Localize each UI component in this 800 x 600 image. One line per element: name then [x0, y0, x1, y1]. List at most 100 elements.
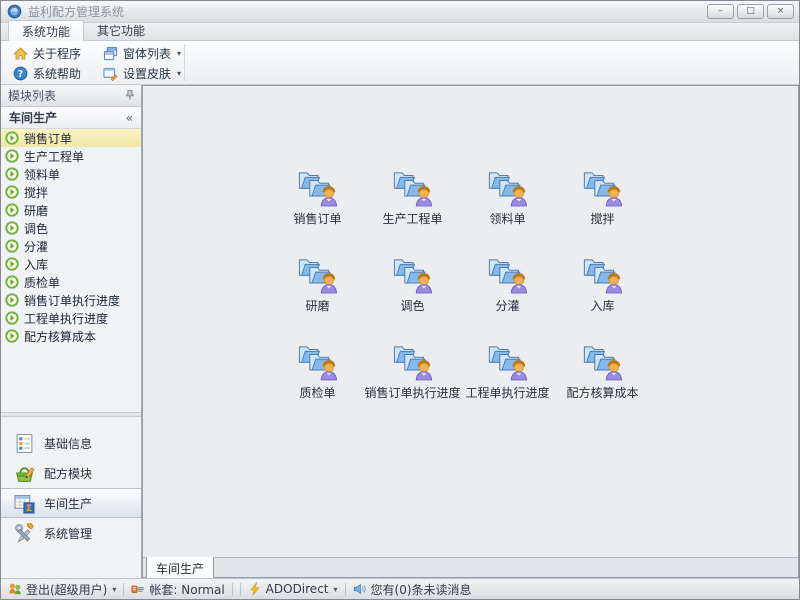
- folder-user-icon: [298, 251, 338, 295]
- folder-user-icon: [393, 338, 433, 382]
- shortcut-warehousing[interactable]: 入库: [555, 249, 650, 336]
- sidebar-item-sales-order-progress[interactable]: 销售订单执行进度: [1, 291, 141, 309]
- lightning-icon: [248, 582, 262, 596]
- sidebar-item-production-order[interactable]: 生产工程单: [1, 147, 141, 165]
- folder-user-icon: [488, 164, 528, 208]
- green-arrow-icon: [5, 149, 19, 163]
- about-program-label: 关于程序: [33, 45, 81, 62]
- app-logo-icon: [7, 4, 22, 19]
- green-arrow-icon: [5, 311, 19, 325]
- nav-button-formula-module[interactable]: 配方模块: [1, 458, 141, 488]
- logout-button[interactable]: 登出(超级用户) ▾: [8, 581, 116, 598]
- dropdown-arrow-icon: ▾: [334, 585, 338, 594]
- folder-user-icon: [488, 251, 528, 295]
- list-icon: [14, 433, 35, 454]
- nav-button-workshop-production[interactable]: 车间生产: [1, 488, 141, 518]
- sidebar-item-quality-inspection[interactable]: 质检单: [1, 273, 141, 291]
- close-button[interactable]: ×: [767, 4, 794, 19]
- about-program-button[interactable]: 关于程序: [9, 44, 85, 62]
- green-arrow-icon: [5, 185, 19, 199]
- sidebar-item-tinting[interactable]: 调色: [1, 219, 141, 237]
- statusbar-separator: [345, 583, 346, 596]
- green-arrow-icon: [5, 329, 19, 343]
- sidebar-item-filling[interactable]: 分灌: [1, 237, 141, 255]
- system-help-button[interactable]: 系统帮助: [9, 64, 85, 82]
- group-panel-title: 车间生产: [9, 109, 57, 126]
- skin-icon: [103, 66, 118, 81]
- sidebar-item-label: 搅拌: [24, 184, 48, 201]
- sidebar-item-engineering-order-progress[interactable]: 工程单执行进度: [1, 309, 141, 327]
- tab-system-functions[interactable]: 系统功能: [8, 20, 84, 41]
- sidebar-item-label: 研磨: [24, 202, 48, 219]
- set-skin-button[interactable]: 设置皮肤 ▾: [99, 64, 185, 82]
- unread-messages-indicator[interactable]: 您有(0)条未读消息: [353, 581, 472, 598]
- sidebar-item-label: 质检单: [24, 274, 60, 291]
- green-arrow-icon: [5, 275, 19, 289]
- sidebar-item-sales-order[interactable]: 销售订单: [1, 129, 141, 147]
- ribbon-group-separator: [184, 44, 185, 81]
- nav-button-group: 基础信息 配方模块 车间生产 系统管理: [1, 428, 141, 548]
- shortcut-label: 工程单执行进度: [465, 384, 549, 401]
- group-panel-header: 车间生产 «: [1, 107, 141, 129]
- basket-icon: [14, 463, 35, 484]
- sidebar-item-mixing[interactable]: 搅拌: [1, 183, 141, 201]
- sidebar-item-label: 销售订单执行进度: [24, 292, 120, 309]
- folder-user-icon: [583, 251, 623, 295]
- nav-button-label: 基础信息: [44, 435, 92, 452]
- shortcut-label: 搅拌: [590, 210, 614, 227]
- logout-label: 登出(超级用户): [26, 581, 107, 598]
- tab-other-functions[interactable]: 其它功能: [84, 20, 158, 40]
- shortcut-grinding[interactable]: 研磨: [270, 249, 365, 336]
- shortcut-grid: 销售订单 生产工程单 领料单 搅拌 研磨 调色 分灌 入库 质检单 销售订单执行…: [270, 162, 650, 423]
- folder-user-icon: [393, 251, 433, 295]
- window-title: 益利配方管理系统: [28, 3, 124, 20]
- shortcut-material-requisition[interactable]: 领料单: [460, 162, 555, 249]
- navpane-splitter[interactable]: [1, 412, 141, 417]
- shortcut-mixing[interactable]: 搅拌: [555, 162, 650, 249]
- shortcut-label: 入库: [590, 297, 614, 314]
- sidebar-item-grinding[interactable]: 研磨: [1, 201, 141, 219]
- statusbar-separator: [123, 583, 124, 596]
- shortcut-production-order[interactable]: 生产工程单: [365, 162, 460, 249]
- sidebar-item-material-requisition[interactable]: 领料单: [1, 165, 141, 183]
- collapse-chevron-icon[interactable]: «: [126, 111, 133, 125]
- module-list-header: 模块列表: [1, 85, 141, 107]
- sidebar-item-formula-costing[interactable]: 配方核算成本: [1, 327, 141, 345]
- shortcut-engineering-order-progress[interactable]: 工程单执行进度: [460, 336, 555, 423]
- shortcut-tinting[interactable]: 调色: [365, 249, 460, 336]
- users-icon: [8, 582, 22, 596]
- sidebar-item-label: 销售订单: [24, 130, 72, 147]
- folder-user-icon: [488, 338, 528, 382]
- account-set-label: 帐套: Normal: [149, 581, 224, 598]
- shortcut-label: 质检单: [299, 384, 335, 401]
- nav-button-system-management[interactable]: 系统管理: [1, 518, 141, 548]
- minimize-button[interactable]: –: [707, 4, 734, 19]
- shortcut-filling[interactable]: 分灌: [460, 249, 555, 336]
- green-arrow-icon: [5, 131, 19, 145]
- help-icon: [13, 66, 28, 81]
- shortcut-sales-order[interactable]: 销售订单: [270, 162, 365, 249]
- green-arrow-icon: [5, 167, 19, 181]
- sidebar-item-label: 领料单: [24, 166, 60, 183]
- shortcut-sales-order-progress[interactable]: 销售订单执行进度: [365, 336, 460, 423]
- connection-button[interactable]: ADODirect ▾: [248, 582, 338, 596]
- window-controls: – □ ×: [707, 4, 794, 19]
- mdi-tabstrip: 车间生产: [143, 557, 798, 577]
- shortcut-label: 调色: [400, 297, 424, 314]
- statusbar-separator: [240, 583, 241, 596]
- green-arrow-icon: [5, 203, 19, 217]
- maximize-button[interactable]: □: [737, 4, 764, 19]
- system-help-label: 系统帮助: [33, 65, 81, 82]
- sidebar-item-label: 调色: [24, 220, 48, 237]
- statusbar-separator: [232, 583, 233, 596]
- sidebar: 模块列表 车间生产 « 销售订单 生产工程单 领料单 搅拌 研磨 调色 分灌 入…: [1, 85, 142, 578]
- form-list-button[interactable]: 窗体列表 ▾: [99, 44, 185, 62]
- nav-button-basic-info[interactable]: 基础信息: [1, 428, 141, 458]
- form-list-label: 窗体列表: [123, 45, 171, 62]
- shortcut-quality-inspection[interactable]: 质检单: [270, 336, 365, 423]
- sidebar-item-warehousing[interactable]: 入库: [1, 255, 141, 273]
- pin-icon[interactable]: [123, 89, 136, 102]
- shortcut-label: 配方核算成本: [566, 384, 638, 401]
- shortcut-formula-costing[interactable]: 配方核算成本: [555, 336, 650, 423]
- dropdown-arrow-icon: ▾: [112, 585, 116, 594]
